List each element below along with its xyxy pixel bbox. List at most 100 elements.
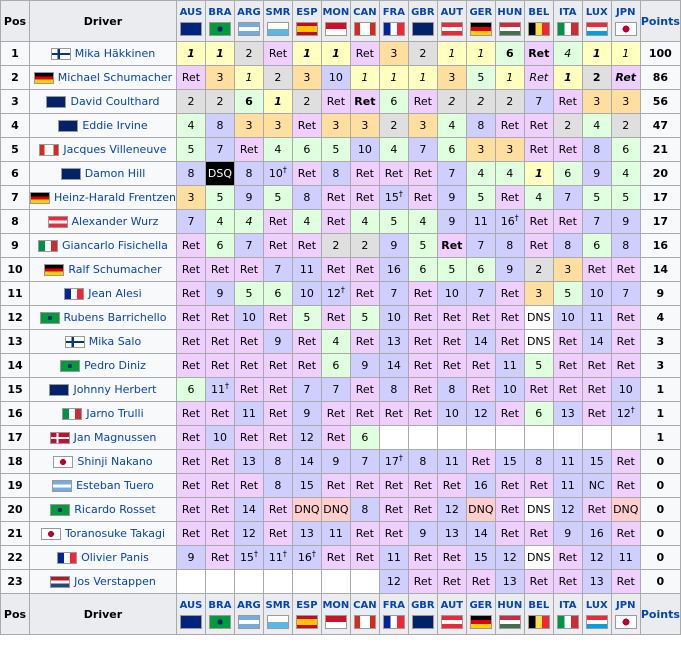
foot-race-header-esp[interactable]: ESP [291, 593, 322, 635]
driver-link[interactable]: Giancarlo Fisichella [62, 239, 168, 252]
foot-race-header-can[interactable]: CAN [349, 593, 380, 635]
driver-link[interactable]: Jean Alesi [88, 287, 141, 300]
head-race-header-arg[interactable]: ARG [233, 0, 264, 42]
foot-race-link-mon[interactable]: MON [322, 600, 350, 611]
driver-link[interactable]: Jacques Villeneuve [63, 143, 166, 156]
driver-link[interactable]: Johnny Herbert [73, 383, 156, 396]
foot-race-header-arg[interactable]: ARG [233, 593, 264, 635]
foot-race-link-ger[interactable]: GER [467, 600, 495, 611]
head-race-link-can[interactable]: CAN [351, 7, 379, 18]
foot-race-header-bra[interactable]: BRA [204, 593, 235, 635]
foot-race-header-bel[interactable]: BEL [523, 593, 554, 635]
foot-race-header-hun[interactable]: HUN [494, 593, 525, 635]
driver-link[interactable]: Damon Hill [85, 167, 146, 180]
foot-race-header-smr[interactable]: SMR [262, 593, 293, 635]
result-cell-mon: Ret [320, 473, 351, 498]
foot-race-link-bra[interactable]: BRA [206, 600, 234, 611]
driver-link[interactable]: Ralf Schumacher [68, 263, 161, 276]
head-race-link-ger[interactable]: GER [467, 7, 495, 18]
driver-link[interactable]: Pedro Diniz [84, 359, 146, 372]
driver-link[interactable]: Mika Salo [89, 335, 141, 348]
result-cell-ita: Ret [552, 89, 583, 114]
driver-link[interactable]: Mika Häkkinen [75, 47, 155, 60]
foot-race-link-can[interactable]: CAN [351, 600, 379, 611]
result-cell-esp: 16† [291, 545, 322, 570]
foot-race-link-esp[interactable]: ESP [293, 600, 321, 611]
result-cell-lux: 1 [581, 41, 612, 66]
head-points-header[interactable]: Points [639, 0, 681, 42]
foot-race-link-aus[interactable]: AUS [177, 600, 205, 611]
driver-link[interactable]: Heinz-Harald Frentzen [54, 191, 176, 204]
foot-race-header-aut[interactable]: AUT [436, 593, 467, 635]
head-race-header-esp[interactable]: ESP [291, 0, 322, 42]
head-race-header-ger[interactable]: GER [465, 0, 496, 42]
result-cell-can: 7 [349, 449, 380, 474]
head-race-link-smr[interactable]: SMR [264, 7, 292, 18]
foot-race-link-fra[interactable]: FRA [380, 600, 408, 611]
driver-link[interactable]: Michael Schumacher [58, 71, 172, 84]
foot-race-link-lux[interactable]: LUX [583, 600, 611, 611]
driver-link[interactable]: Shinji Nakano [77, 455, 152, 468]
head-race-link-gbr[interactable]: GBR [409, 7, 437, 18]
foot-race-header-lux[interactable]: LUX [581, 593, 612, 635]
head-race-link-fra[interactable]: FRA [380, 7, 408, 18]
foot-race-header-aus[interactable]: AUS [175, 593, 206, 635]
head-race-link-arg[interactable]: ARG [235, 7, 263, 18]
driver-link[interactable]: Esteban Tuero [76, 479, 154, 492]
head-race-header-hun[interactable]: HUN [494, 0, 525, 42]
result-cell-can: Ret [349, 401, 380, 426]
flag-brazil-icon [208, 21, 231, 36]
head-race-header-fra[interactable]: FRA [378, 0, 409, 42]
driver-link[interactable]: David Coulthard [70, 95, 159, 108]
head-race-link-aut[interactable]: AUT [438, 7, 466, 18]
head-race-header-smr[interactable]: SMR [262, 0, 293, 42]
head-race-link-hun[interactable]: HUN [496, 7, 524, 18]
head-race-link-mon[interactable]: MON [322, 7, 350, 18]
head-race-header-aut[interactable]: AUT [436, 0, 467, 42]
position-cell: 10 [0, 257, 30, 282]
foot-points-header[interactable]: Points [639, 593, 681, 635]
result-cell-mon: 5 [320, 137, 351, 162]
driver-link[interactable]: Olivier Panis [81, 551, 149, 564]
foot-race-link-gbr[interactable]: GBR [409, 600, 437, 611]
foot-race-link-bel[interactable]: BEL [525, 600, 553, 611]
driver-link[interactable]: Rubens Barrichello [64, 311, 167, 324]
head-race-header-jpn[interactable]: JPN [610, 0, 641, 42]
driver-link[interactable]: Alexander Wurz [72, 215, 159, 228]
head-race-link-esp[interactable]: ESP [293, 7, 321, 18]
head-race-header-can[interactable]: CAN [349, 0, 380, 42]
head-race-link-bra[interactable]: BRA [206, 7, 234, 18]
foot-race-header-fra[interactable]: FRA [378, 593, 409, 635]
foot-race-header-gbr[interactable]: GBR [407, 593, 438, 635]
head-race-link-jpn[interactable]: JPN [612, 7, 640, 18]
driver-link[interactable]: Jos Verstappen [74, 575, 156, 588]
foot-race-link-hun[interactable]: HUN [496, 600, 524, 611]
head-race-link-bel[interactable]: BEL [525, 7, 553, 18]
head-race-header-gbr[interactable]: GBR [407, 0, 438, 42]
head-race-link-ita[interactable]: ITA [554, 7, 582, 18]
foot-race-header-jpn[interactable]: JPN [610, 593, 641, 635]
head-race-link-aus[interactable]: AUS [177, 7, 205, 18]
foot-race-link-smr[interactable]: SMR [264, 600, 292, 611]
head-race-header-lux[interactable]: LUX [581, 0, 612, 42]
head-race-header-bel[interactable]: BEL [523, 0, 554, 42]
foot-race-header-ita[interactable]: ITA [552, 593, 583, 635]
foot-race-link-ita[interactable]: ITA [554, 600, 582, 611]
foot-race-link-aut[interactable]: AUT [438, 600, 466, 611]
foot-race-header-mon[interactable]: MON [320, 593, 351, 635]
driver-link[interactable]: Toranosuke Takagi [65, 527, 165, 540]
foot-race-header-ger[interactable]: GER [465, 593, 496, 635]
head-race-header-ita[interactable]: ITA [552, 0, 583, 42]
head-race-header-aus[interactable]: AUS [175, 0, 206, 42]
foot-race-link-arg[interactable]: ARG [235, 600, 263, 611]
driver-link[interactable]: Eddie Irvine [82, 119, 147, 132]
driver-link[interactable]: Jarno Trulli [86, 407, 143, 420]
driver-link[interactable]: Jan Magnussen [74, 431, 157, 444]
foot-race-link-jpn[interactable]: JPN [612, 600, 640, 611]
head-race-header-bra[interactable]: BRA [204, 0, 235, 42]
table-row: 20 Ricardo Rosset Ret Ret 14 Ret DNQ DNQ 8 Ret Ret… [0, 497, 681, 522]
head-race-header-mon[interactable]: MON [320, 0, 351, 42]
driver-link[interactable]: Ricardo Rosset [74, 503, 155, 516]
result-cell-can [349, 569, 380, 594]
head-race-link-lux[interactable]: LUX [583, 7, 611, 18]
